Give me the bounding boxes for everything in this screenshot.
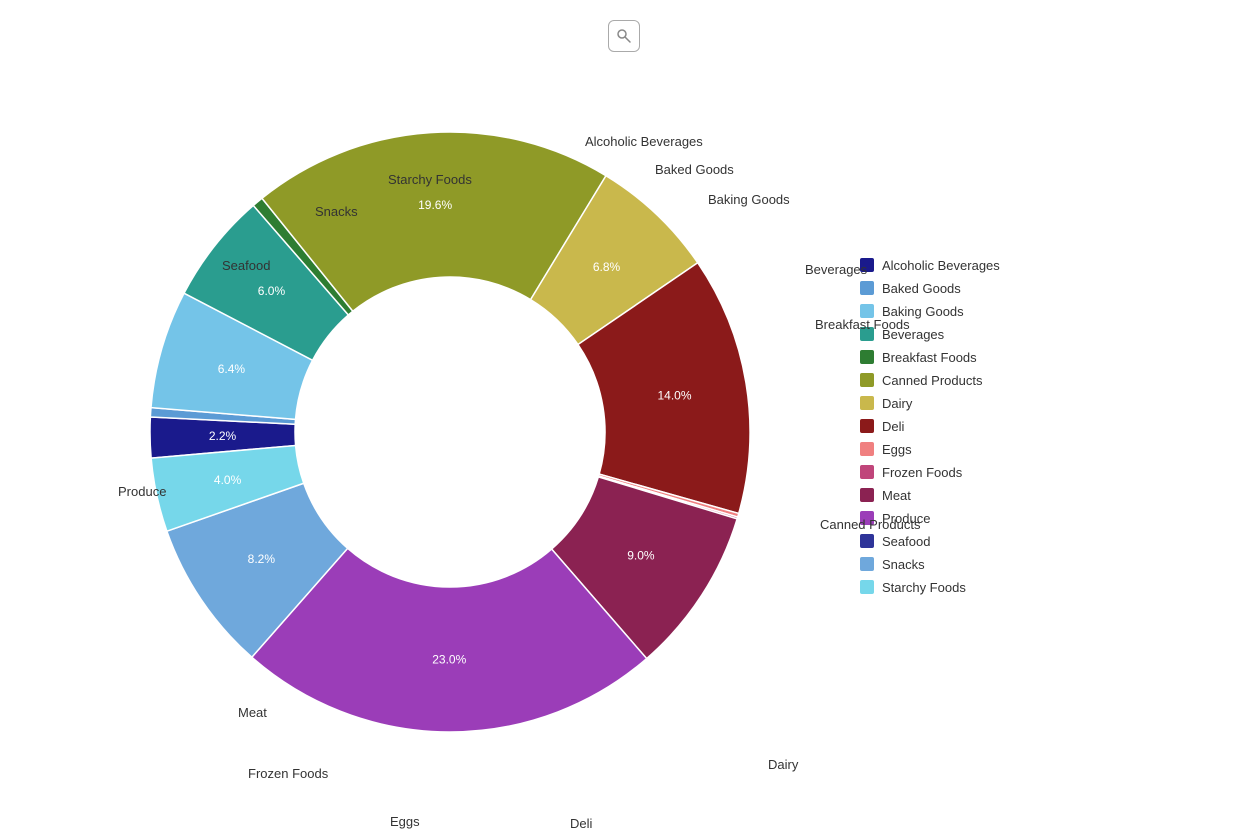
legend-item: Eggs xyxy=(860,442,1120,457)
percent-label-inside: 19.6% xyxy=(418,198,452,212)
legend-item: Dairy xyxy=(860,396,1120,411)
legend-item-label: Dairy xyxy=(882,396,912,411)
legend-item: Alcoholic Beverages xyxy=(860,258,1120,273)
legend-item: Baked Goods xyxy=(860,281,1120,296)
legend-item: Meat xyxy=(860,488,1120,503)
legend-color-swatch xyxy=(860,373,874,387)
legend-item: Canned Products xyxy=(860,373,1120,388)
legend-item: Frozen Foods xyxy=(860,465,1120,480)
legend-color-swatch xyxy=(860,419,874,433)
percent-label-inside: 6.0% xyxy=(258,284,286,298)
legend-item-label: Produce xyxy=(882,511,930,526)
chart-legend-container: 2.2% 6.4% 6.0% 19.6% 6.8% 14.0% 9.0% 23.0% 8.2% 4… xyxy=(0,62,1255,802)
legend-item-label: Starchy Foods xyxy=(882,580,966,595)
legend-item: Seafood xyxy=(860,534,1120,549)
legend-item-label: Seafood xyxy=(882,534,930,549)
legend-color-swatch xyxy=(860,580,874,594)
legend-item-label: Breakfast Foods xyxy=(882,350,977,365)
label-eggs: Eggs xyxy=(390,814,420,829)
label-deli: Deli xyxy=(570,816,592,831)
legend-item-label: Baked Goods xyxy=(882,281,961,296)
legend-color-swatch xyxy=(860,465,874,479)
filter-icon[interactable] xyxy=(608,20,640,52)
legend-color-swatch xyxy=(860,304,874,318)
percent-label-inside: 2.2% xyxy=(209,429,237,443)
percent-label-inside: 6.8% xyxy=(593,260,621,274)
legend-area: Alcoholic Beverages Baked Goods Baking G… xyxy=(860,242,1120,603)
legend-color-swatch xyxy=(860,350,874,364)
legend-item-label: Alcoholic Beverages xyxy=(882,258,1000,273)
legend-item: Baking Goods xyxy=(860,304,1120,319)
legend-item-label: Baking Goods xyxy=(882,304,964,319)
legend-item: Starchy Foods xyxy=(860,580,1120,595)
legend-color-swatch xyxy=(860,327,874,341)
legend-color-swatch xyxy=(860,488,874,502)
percent-label-inside: 8.2% xyxy=(248,552,276,566)
percent-label-inside: 14.0% xyxy=(657,388,691,402)
percent-label-inside: 23.0% xyxy=(432,652,466,666)
legend-item: Breakfast Foods xyxy=(860,350,1120,365)
legend-item-label: Frozen Foods xyxy=(882,465,962,480)
legend-color-swatch xyxy=(860,258,874,272)
legend-item-label: Deli xyxy=(882,419,904,434)
legend-item: Deli xyxy=(860,419,1120,434)
percent-label-inside: 6.4% xyxy=(218,362,246,376)
legend-item-label: Eggs xyxy=(882,442,912,457)
legend-color-swatch xyxy=(860,396,874,410)
legend-color-swatch xyxy=(860,557,874,571)
legend-item-label: Canned Products xyxy=(882,373,982,388)
legend-item-label: Beverages xyxy=(882,327,944,342)
page-container: 2.2% 6.4% 6.0% 19.6% 6.8% 14.0% 9.0% 23.0% 8.2% 4… xyxy=(0,0,1255,836)
legend-item: Produce xyxy=(860,511,1120,526)
percent-label-inside: 9.0% xyxy=(627,549,655,563)
legend-item-label: Meat xyxy=(882,488,911,503)
percent-label-inside: 4.0% xyxy=(214,473,242,487)
legend-item: Snacks xyxy=(860,557,1120,572)
legend-color-swatch xyxy=(860,442,874,456)
legend-color-swatch xyxy=(860,281,874,295)
chart-area: 2.2% 6.4% 6.0% 19.6% 6.8% 14.0% 9.0% 23.0% 8.2% 4… xyxy=(60,62,840,802)
title-area xyxy=(608,20,648,52)
legend-item: Beverages xyxy=(860,327,1120,342)
legend-color-swatch xyxy=(860,511,874,525)
legend-color-swatch xyxy=(860,534,874,548)
legend-item-label: Snacks xyxy=(882,557,925,572)
